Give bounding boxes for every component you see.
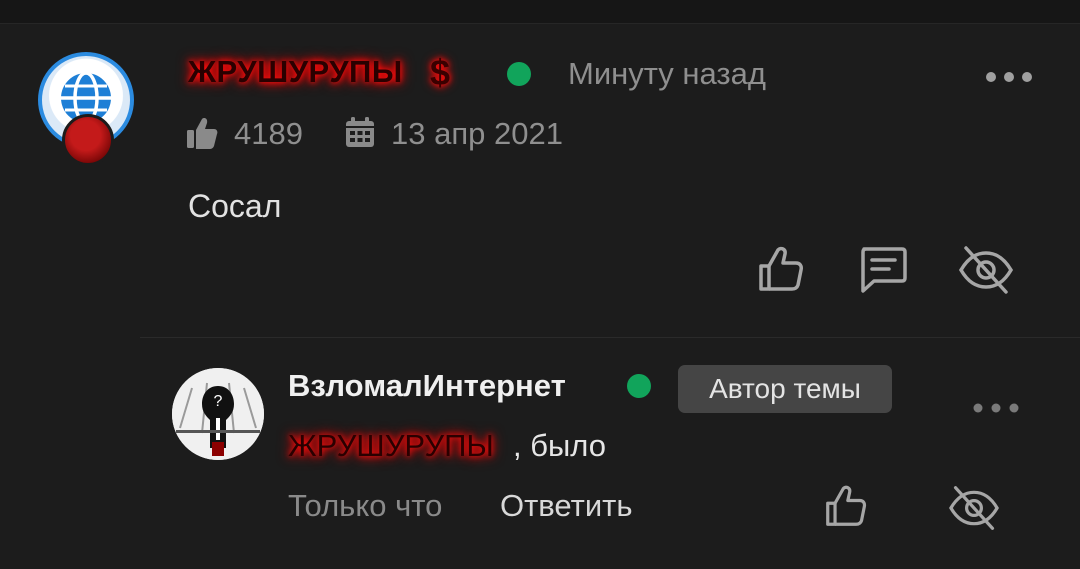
reply-button[interactable]: Ответить — [500, 488, 633, 524]
reply-text: , было — [513, 428, 606, 463]
more-options-icon[interactable] — [985, 58, 1033, 92]
thumbs-up-outline-icon[interactable] — [758, 245, 804, 293]
dollar-icon: $ — [430, 52, 451, 93]
online-indicator — [627, 374, 651, 398]
top-divider — [0, 0, 1080, 24]
post-author-name[interactable]: ЖРУШУРУПЫ — [188, 54, 403, 90]
eye-off-icon[interactable] — [948, 484, 1000, 532]
likes-count: 4189 — [234, 116, 303, 151]
mention-link[interactable]: ЖРУШУРУПЫ — [288, 428, 494, 464]
topic-author-badge: Автор темы — [678, 365, 892, 413]
post-body: Сосал — [188, 188, 282, 224]
post-date: 13 апр 2021 — [391, 116, 563, 151]
reply-time: Только что — [288, 488, 443, 523]
comments-screen: ЖРУШУРУПЫ $ Минуту назад 4189 13 апр 202… — [0, 0, 1080, 569]
more-options-icon[interactable] — [973, 388, 1019, 422]
svg-text:?: ? — [214, 393, 223, 410]
eye-off-icon[interactable] — [958, 244, 1014, 296]
avatar-status-badge — [62, 114, 114, 166]
reply-author-name[interactable]: ВзломалИнтернет — [288, 368, 566, 404]
comment-icon[interactable] — [858, 246, 908, 294]
thumbs-up-outline-icon[interactable] — [825, 484, 867, 528]
online-indicator — [507, 62, 531, 86]
reply-author-avatar[interactable]: ? — [172, 368, 264, 460]
thumbs-up-icon — [187, 118, 218, 149]
reply-divider — [140, 337, 1080, 338]
post-time: Минуту назад — [568, 56, 766, 91]
calendar-icon — [346, 117, 374, 147]
